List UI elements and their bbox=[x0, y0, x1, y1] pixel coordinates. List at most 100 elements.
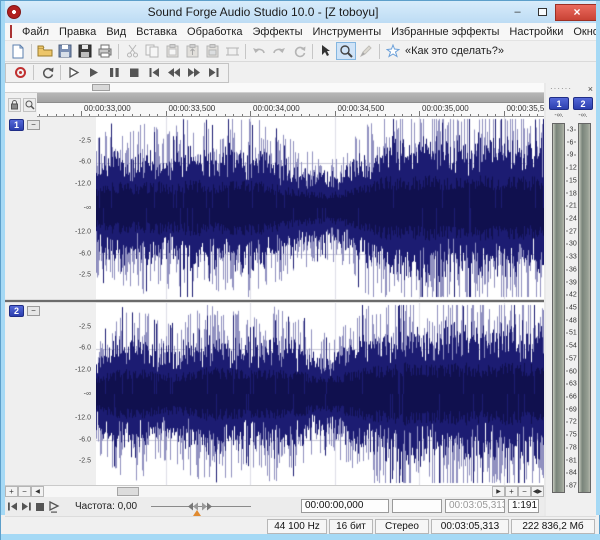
menu-item-5[interactable]: Обработка bbox=[182, 24, 247, 40]
forward-button[interactable] bbox=[184, 64, 204, 82]
menu-item-1[interactable]: Файл bbox=[17, 24, 54, 40]
hscroll-thumb[interactable] bbox=[117, 487, 139, 496]
go-to-end-button[interactable] bbox=[204, 64, 224, 82]
waveform-channel-1[interactable] bbox=[96, 117, 544, 299]
pause-button[interactable] bbox=[104, 64, 124, 82]
paste-mix-button[interactable] bbox=[202, 42, 222, 60]
meter-tick-66: 66 bbox=[565, 394, 578, 401]
meter-close-button[interactable]: × bbox=[588, 84, 593, 94]
magnify-corner-button[interactable] bbox=[23, 98, 36, 112]
waveform-channel-2[interactable] bbox=[96, 303, 544, 485]
mini-stop-button[interactable] bbox=[33, 500, 47, 514]
print-button[interactable] bbox=[95, 42, 115, 60]
ruler-minor-tick bbox=[318, 114, 319, 116]
zoom-in-button[interactable]: + bbox=[505, 486, 518, 497]
db-label--∞: -∞ bbox=[84, 205, 91, 212]
channel-2-badge[interactable]: 2 bbox=[9, 305, 24, 317]
copy-button[interactable] bbox=[142, 42, 162, 60]
hscroll-track[interactable] bbox=[44, 486, 492, 497]
zoom-out-button[interactable]: − bbox=[518, 486, 531, 497]
document-icon[interactable] bbox=[10, 25, 12, 38]
zoom-ratio-display[interactable]: 1:191 bbox=[508, 499, 539, 513]
scroll-right-button[interactable]: ▶ bbox=[492, 486, 505, 497]
mini-go-start-button[interactable] bbox=[5, 500, 19, 514]
save-button[interactable] bbox=[55, 42, 75, 60]
zoom-fit-button[interactable]: ◀▶ bbox=[531, 486, 544, 497]
zoom-out-time-button[interactable]: − bbox=[18, 486, 31, 497]
mini-play-button[interactable] bbox=[47, 500, 61, 514]
menu-item-9[interactable]: Настройки bbox=[504, 24, 568, 40]
stop-button[interactable] bbox=[124, 64, 144, 82]
meter-grip-icon[interactable]: ······ bbox=[550, 86, 572, 92]
menu-item-7[interactable]: Инструменты bbox=[308, 24, 387, 40]
ruler-minor-tick bbox=[174, 114, 175, 116]
ruler-corner-tools bbox=[5, 93, 37, 117]
maximize-button[interactable] bbox=[530, 4, 555, 21]
overview-bar[interactable] bbox=[5, 83, 544, 93]
position-display[interactable]: 00:00:00,000 bbox=[301, 499, 389, 513]
ruler-minor-tick bbox=[106, 114, 107, 116]
scrub-slider[interactable] bbox=[151, 500, 251, 514]
play-all-button[interactable] bbox=[64, 64, 84, 82]
ruler-minor-tick bbox=[98, 114, 99, 116]
db-label--2.5: -2.5 bbox=[79, 138, 91, 145]
channel-1-badge[interactable]: 1 bbox=[9, 119, 24, 131]
save-as-button[interactable] bbox=[75, 42, 95, 60]
rewind-button[interactable] bbox=[164, 64, 184, 82]
selection-display[interactable] bbox=[392, 499, 442, 513]
repeat-button[interactable] bbox=[289, 42, 309, 60]
undo-button[interactable] bbox=[249, 42, 269, 60]
ruler-minor-tick bbox=[140, 114, 141, 116]
edit-tool-button[interactable] bbox=[316, 42, 336, 60]
repeat-icon bbox=[293, 45, 306, 58]
howto-label[interactable]: «Как это сделать?» bbox=[405, 45, 504, 57]
db-label--6.0: -6.0 bbox=[79, 159, 91, 166]
overview-thumb[interactable] bbox=[92, 84, 110, 91]
new-file-icon bbox=[11, 44, 25, 59]
magnify-tool-button[interactable] bbox=[336, 42, 356, 60]
position-band[interactable] bbox=[37, 93, 544, 103]
channel-1-collapse-button[interactable]: − bbox=[27, 120, 40, 130]
loop-playback-button[interactable] bbox=[37, 64, 57, 82]
menu-item-4[interactable]: Вставка bbox=[131, 24, 182, 40]
meter-channel-2-button[interactable]: 2 bbox=[573, 97, 593, 110]
level-meter-right bbox=[578, 123, 591, 493]
ruler-minor-tick bbox=[377, 114, 378, 116]
ruler-minor-tick bbox=[343, 114, 344, 116]
pencil-tool-button[interactable] bbox=[356, 42, 376, 60]
cut-button[interactable] bbox=[122, 42, 142, 60]
minimize-button[interactable]: – bbox=[505, 4, 530, 21]
channel-2-collapse-button[interactable]: − bbox=[27, 306, 40, 316]
howto-button[interactable] bbox=[383, 42, 403, 60]
undo-icon bbox=[252, 45, 266, 58]
length-display[interactable]: 00:03:05,313 bbox=[445, 499, 505, 513]
new-file-button[interactable] bbox=[8, 42, 28, 60]
menu-item-6[interactable]: Эффекты bbox=[248, 24, 308, 40]
workspace: 00:00:33,00000:00:33,50000:00:34,00000:0… bbox=[5, 83, 596, 516]
menu-item-2[interactable]: Правка bbox=[54, 24, 101, 40]
ruler-minor-tick bbox=[360, 114, 361, 116]
menu-item-8[interactable]: Избранные эффекты bbox=[386, 24, 504, 40]
go-to-start-button[interactable] bbox=[144, 64, 164, 82]
paste-button[interactable] bbox=[162, 42, 182, 60]
redo-button[interactable] bbox=[269, 42, 289, 60]
close-button[interactable]: × bbox=[555, 4, 599, 21]
ruler-label-0: 00:00:33,000 bbox=[84, 104, 131, 113]
meter-channel-1-button[interactable]: 1 bbox=[549, 97, 569, 110]
time-ruler[interactable]: 00:00:33,00000:00:33,50000:00:34,00000:0… bbox=[37, 103, 544, 117]
ruler-label-3: 00:00:34,500 bbox=[338, 104, 385, 113]
ruler-minor-tick bbox=[487, 114, 488, 116]
open-button[interactable] bbox=[35, 42, 55, 60]
paste-insert-button[interactable] bbox=[182, 42, 202, 60]
trim-button[interactable] bbox=[222, 42, 242, 60]
record-button[interactable] bbox=[10, 64, 30, 82]
meter-peak-1: -∞. bbox=[549, 112, 569, 119]
scroll-left-button[interactable]: ◀ bbox=[31, 486, 44, 497]
ruler-minor-tick bbox=[326, 114, 327, 116]
mini-go-end-button[interactable] bbox=[19, 500, 33, 514]
lock-button[interactable] bbox=[8, 98, 21, 112]
play-button[interactable] bbox=[84, 64, 104, 82]
meter-tick-42: 42 bbox=[565, 292, 578, 299]
menu-item-3[interactable]: Вид bbox=[101, 24, 131, 40]
zoom-in-time-button[interactable]: + bbox=[5, 486, 18, 497]
